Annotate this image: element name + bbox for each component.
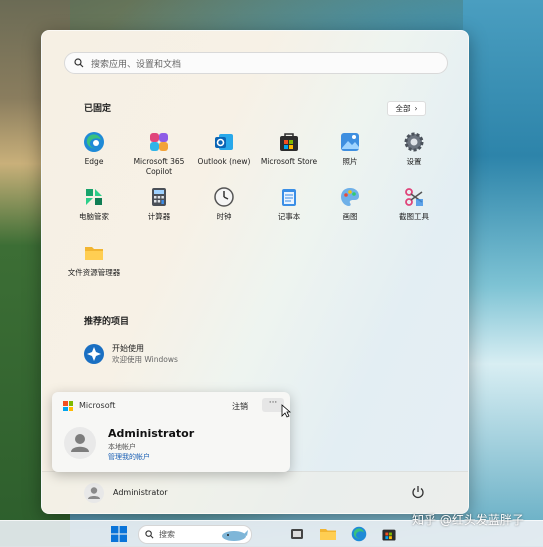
file-explorer-icon: [83, 242, 105, 264]
app-label: 照片: [342, 157, 358, 166]
pinned-title: 已固定: [84, 104, 112, 114]
snipping-tool-icon: [403, 186, 425, 208]
chevron-right-icon: ›: [414, 104, 418, 113]
power-button[interactable]: [411, 484, 425, 503]
avatar: [64, 427, 96, 459]
recommended-item-title: 开始使用: [112, 344, 144, 353]
pinned-app-settings[interactable]: 设置: [382, 131, 446, 167]
pinned-app-outlook[interactable]: Outlook (new): [192, 131, 256, 167]
signout-button[interactable]: 注销: [232, 401, 248, 412]
notepad-icon: [278, 186, 300, 208]
search-icon: [145, 530, 154, 539]
edge-icon: [83, 131, 105, 153]
store-icon[interactable]: [381, 526, 397, 542]
file-explorer-icon[interactable]: [320, 527, 336, 541]
photos-icon: [339, 131, 361, 153]
copilot-icon: [148, 131, 170, 153]
microsoft-logo-icon: [63, 401, 73, 411]
pinned-app-paint[interactable]: 画图: [318, 186, 382, 222]
pinned-app-calculator[interactable]: 计算器: [127, 186, 191, 222]
search-icon: [74, 58, 84, 68]
pc-manager-icon: [83, 186, 105, 208]
app-label: Microsoft Store: [260, 157, 318, 166]
mouse-cursor-icon: [281, 404, 291, 418]
task-view-icon[interactable]: [290, 527, 304, 541]
all-apps-button[interactable]: 全部 ›: [387, 101, 426, 116]
start-button[interactable]: [111, 526, 127, 542]
edge-icon[interactable]: [351, 526, 367, 542]
search-placeholder: 搜索应用、设置和文档: [91, 59, 182, 70]
user-icon: [88, 487, 100, 499]
pinned-app-edge[interactable]: Edge: [62, 131, 126, 167]
app-label: 设置: [406, 157, 422, 166]
wallpaper-sea: [463, 0, 543, 520]
app-label: 文件资源管理器: [67, 268, 121, 277]
account-popup: Microsoft 注销 ··· Administrator 本地帐户 管理我的…: [52, 392, 290, 472]
calculator-icon: [148, 186, 170, 208]
app-label: 画图: [342, 212, 358, 221]
power-icon: [412, 486, 424, 499]
pinned-app-file-explorer[interactable]: 文件资源管理器: [62, 242, 126, 278]
recommended-item-subtitle: 欢迎使用 Windows: [112, 355, 178, 364]
app-label: 电脑管家: [79, 212, 109, 221]
app-label: Outlook (new): [197, 157, 251, 166]
app-label: Edge: [84, 157, 104, 166]
pinned-app-notepad[interactable]: 记事本: [257, 186, 321, 222]
pinned-app-pc-manager[interactable]: 电脑管家: [62, 186, 126, 222]
app-label: Microsoft 365 Copilot: [133, 157, 185, 176]
settings-icon: [403, 131, 425, 153]
pinned-app-snipping-tool[interactable]: 截图工具: [382, 186, 446, 222]
pinned-app-copilot[interactable]: Microsoft 365 Copilot: [127, 131, 191, 177]
app-label: 计算器: [147, 212, 171, 221]
brand-name: Microsoft: [79, 401, 116, 410]
taskbar-search-label: 搜索: [159, 530, 175, 539]
store-icon: [278, 131, 300, 153]
app-label: 记事本: [277, 212, 301, 221]
app-label: 时钟: [216, 212, 232, 221]
watermark: 知乎 @红头发蓝胖子: [412, 513, 524, 527]
account-type: 本地帐户: [108, 443, 136, 451]
pinned-app-clock[interactable]: 时钟: [192, 186, 256, 222]
whale-highlight-icon: [222, 529, 248, 541]
clock-icon: [213, 186, 235, 208]
app-label: 截图工具: [399, 212, 429, 221]
pinned-app-store[interactable]: Microsoft Store: [257, 131, 321, 167]
avatar[interactable]: [84, 483, 104, 503]
account-user-name: Administrator: [108, 427, 195, 440]
taskbar-search[interactable]: 搜索: [138, 525, 252, 544]
recommended-title: 推荐的项目: [84, 317, 130, 327]
manage-account-link[interactable]: 管理我的帐户: [108, 452, 150, 462]
pinned-app-photos[interactable]: 照片: [318, 131, 382, 167]
user-icon: [71, 434, 89, 452]
footer-user-name[interactable]: Administrator: [113, 488, 168, 497]
start-footer: Administrator: [42, 471, 468, 513]
start-search-box[interactable]: 搜索应用、设置和文档: [64, 52, 448, 74]
get-started-icon: [84, 344, 104, 364]
all-apps-label: 全部: [395, 104, 411, 113]
paint-icon: [339, 186, 361, 208]
recommended-item-get-started[interactable]: 开始使用 欢迎使用 Windows: [83, 343, 178, 365]
outlook-icon: [213, 131, 235, 153]
